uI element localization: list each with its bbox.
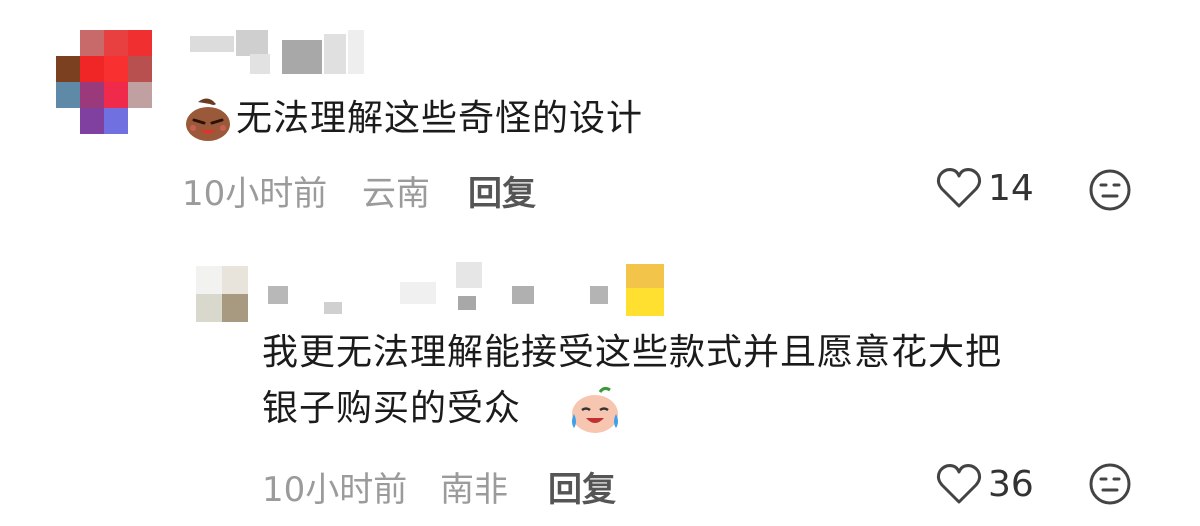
comment-text: 无法理解这些奇怪的设计 — [236, 98, 644, 139]
comment-location: 南非 — [440, 470, 508, 510]
like-button[interactable]: 36 — [936, 462, 1034, 506]
crying-laughing-face-emoji — [572, 386, 618, 433]
comment-time: 10小时前 — [262, 470, 408, 510]
smiley-face-icon[interactable] — [1088, 168, 1132, 212]
like-count: 36 — [988, 463, 1034, 505]
reply-button[interactable]: 回复 — [548, 462, 616, 511]
avatar[interactable] — [56, 30, 152, 134]
comment-text-line-1: 我更无法理解能接受这些款式并且愿意花大把 — [262, 332, 1003, 373]
reply-button[interactable]: 回复 — [468, 166, 536, 215]
heart-outline-icon — [936, 168, 982, 208]
angry-brown-face-emoji — [186, 98, 230, 141]
smiley-face-icon[interactable] — [1088, 462, 1132, 506]
heart-outline-icon — [936, 464, 982, 504]
like-button[interactable]: 14 — [936, 166, 1034, 210]
like-count: 14 — [988, 167, 1034, 209]
comment-time: 10小时前 — [182, 174, 328, 214]
avatar[interactable] — [196, 266, 248, 322]
comment-location: 云南 — [362, 174, 430, 214]
comment-text-line-2: 银子购买的受众 — [262, 388, 522, 429]
